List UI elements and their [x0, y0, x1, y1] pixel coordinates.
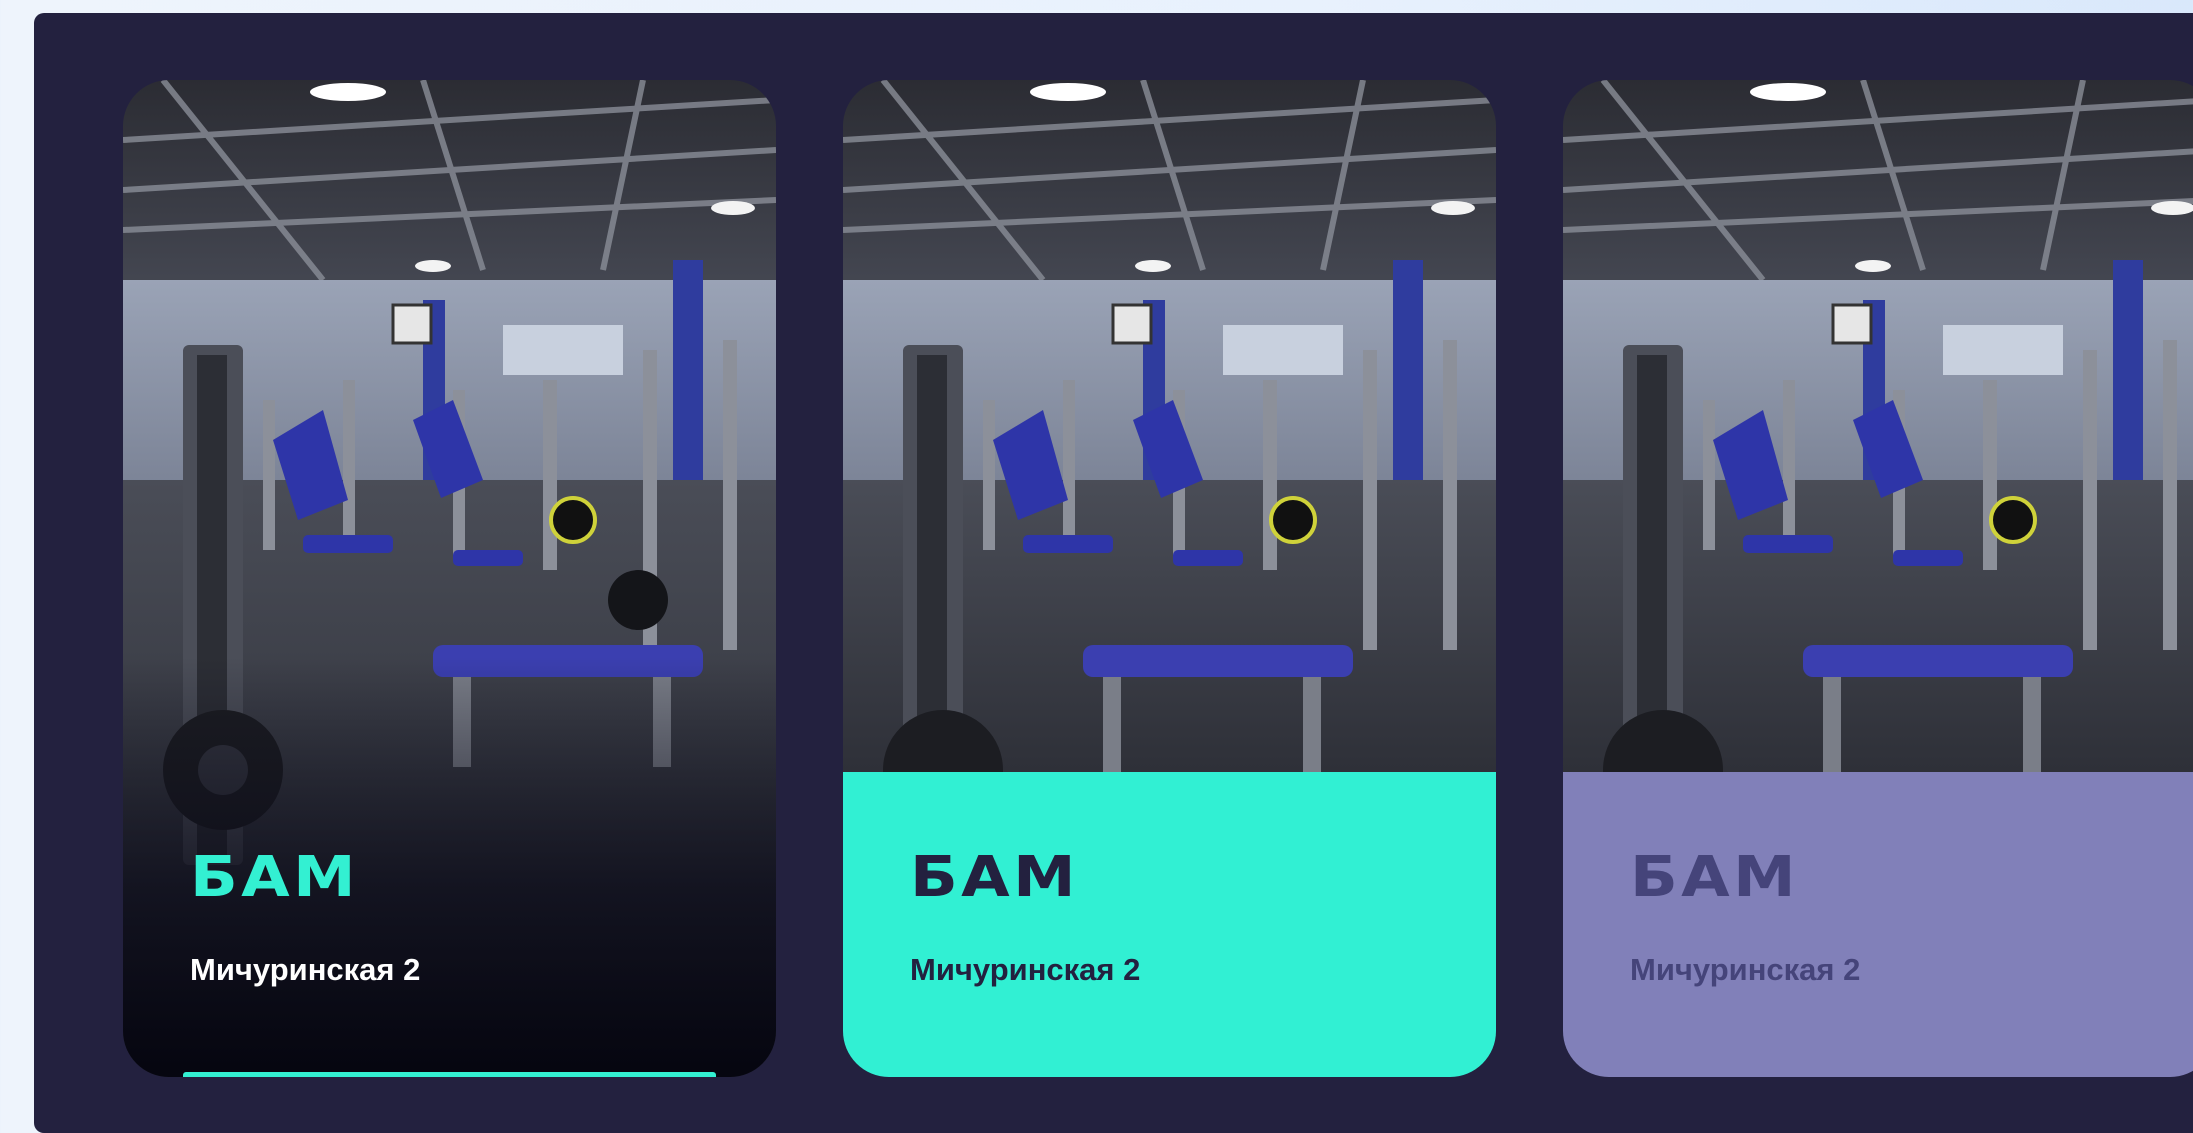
gym-card[interactable]: БАМ Мичуринская 2 [123, 80, 776, 1077]
gym-card[interactable]: БАМ Мичуринская 2 [1563, 80, 2193, 1077]
gym-card-title: БАМ [1630, 845, 1799, 910]
gym-card-title: БАМ [910, 845, 1079, 910]
gym-card-address: Мичуринская 2 [1630, 952, 1861, 987]
gym-card-title: БАМ [190, 845, 359, 910]
gym-card-address: Мичуринская 2 [190, 952, 421, 987]
card-info-panel [1563, 772, 2193, 1077]
card-info-panel [843, 772, 1496, 1077]
gym-card-address: Мичуринская 2 [910, 952, 1141, 987]
gym-photo [843, 80, 1496, 772]
active-indicator [183, 1072, 716, 1077]
gym-card[interactable]: БАМ Мичуринская 2 [843, 80, 1496, 1077]
gyms-panel: БАМ Мичуринская 2 БАМ Мичуринская 2 БАМ … [34, 13, 2193, 1133]
gym-photo [1563, 80, 2193, 772]
